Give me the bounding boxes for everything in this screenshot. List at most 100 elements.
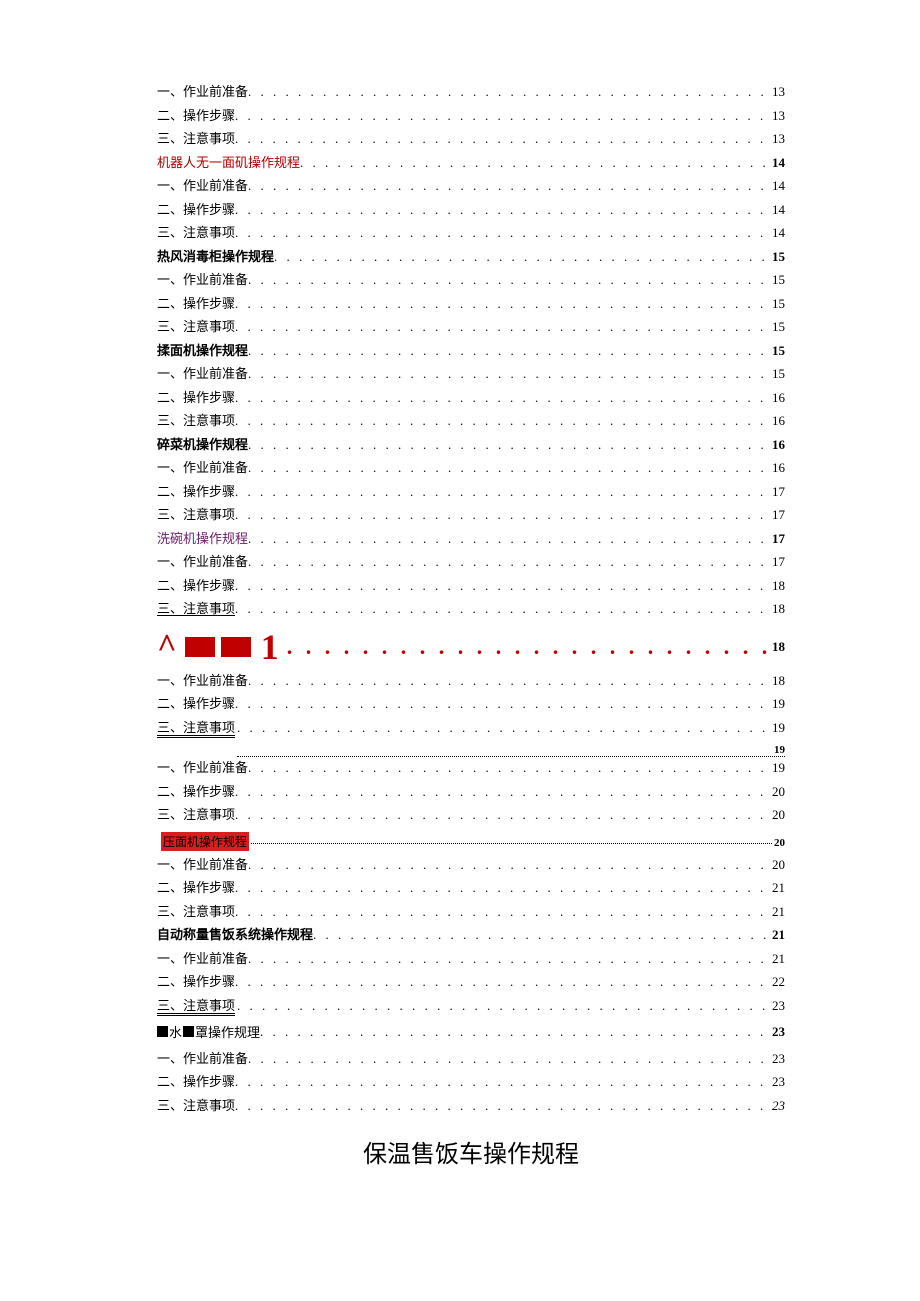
toc-page-number: 16 — [768, 461, 785, 474]
toc-leader-dots: . . . . . . . . . . . . . . . . . . . . … — [235, 697, 768, 710]
toc-page-number: 19 — [768, 761, 785, 774]
toc-row: 三、注意事项. . . . . . . . . . . . . . . . . … — [157, 602, 785, 615]
toc-leader-dots: . . . . . . . . . . . . . . . . . . . . … — [248, 555, 768, 568]
toc-entry-label: 二、操作步骤 — [157, 785, 235, 798]
document-title: 保温售饭车操作规程 — [157, 1134, 785, 1169]
toc-row: 一、作业前准备. . . . . . . . . . . . . . . . .… — [157, 273, 785, 286]
toc-page-number: 23 — [768, 999, 785, 1012]
document-page: 一、作业前准备. . . . . . . . . . . . . . . . .… — [0, 0, 920, 1229]
toc-page-number: 18 — [768, 579, 785, 592]
toc-page-number: 21 — [768, 881, 785, 894]
toc-leader-dots: . . . . . . . . . . . . . . . . . . . . … — [248, 461, 768, 474]
toc-row: 二、操作步骤. . . . . . . . . . . . . . . . . … — [157, 391, 785, 404]
toc-entry-label: 三、注意事项 — [157, 905, 235, 918]
toc-page-number: 23 — [768, 1075, 785, 1088]
black-square-icon — [183, 1026, 194, 1037]
toc-page-number: 16 — [768, 391, 785, 404]
toc-leader-dots: . . . . . . . . . . . . . . . . . . . . … — [235, 1099, 768, 1112]
toc-page-number: 15 — [768, 250, 785, 263]
toc-leader-dots: . . . . . . . . . . . . . . . . . . . . … — [235, 226, 768, 239]
toc-entry-label: 三、注意事项 — [157, 999, 235, 1012]
toc-leader-dots: . . . . . . . . . . . . . . . . . . . . … — [235, 132, 768, 145]
toc-page-number: 23 — [768, 1024, 785, 1040]
toc-leader-dots: . . . . . . . . . . . . . . . . . . . . … — [235, 508, 768, 521]
toc-leader-dots: . . . . . . . . . . . . . . . . . . . . … — [235, 808, 768, 821]
toc-entry-label: 二、操作步骤 — [157, 485, 235, 498]
toc-entry-label: 二、操作步骤 — [157, 1075, 235, 1088]
toc-row: 二、操作步骤. . . . . . . . . . . . . . . . . … — [157, 1075, 785, 1088]
toc-row: 三、注意事项 . . . . . . . . . . . . . . . . .… — [157, 721, 785, 734]
toc-leader-dots: . . . . . . . . . . . . . . . . . . . . … — [287, 634, 768, 660]
toc-page-number: 19 — [774, 744, 785, 756]
toc-leader-dots: . . . . . . . . . . . . . . . . . . . . … — [235, 602, 768, 615]
toc-leader-dots — [251, 843, 772, 844]
toc-leader-dots: . . . . . . . . . . . . . . . . . . . . … — [248, 532, 768, 545]
toc-row: 揉面机操作规程. . . . . . . . . . . . . . . . .… — [157, 344, 785, 357]
toc-big-placeholder-row: ^ 1 . . . . . . . . . . . . . . . . . . … — [157, 626, 785, 668]
toc-leader-dots: . . . . . . . . . . . . . . . . . . . . … — [235, 579, 768, 592]
toc-row: 二、操作步骤. . . . . . . . . . . . . . . . . … — [157, 785, 785, 798]
toc-page-number: 15 — [768, 273, 785, 286]
toc-page-number: 14 — [768, 179, 785, 192]
toc-leader-dots: . . . . . . . . . . . . . . . . . . . . … — [248, 367, 768, 380]
toc-leader-dots: . . . . . . . . . . . . . . . . . . . . … — [235, 297, 768, 310]
toc-leader-dots: . . . . . . . . . . . . . . . . . . . . … — [235, 320, 768, 333]
toc-row: 二、操作步骤. . . . . . . . . . . . . . . . . … — [157, 109, 785, 122]
toc-page-number: 21 — [768, 928, 785, 941]
toc-row: 三、注意事项. . . . . . . . . . . . . . . . . … — [157, 508, 785, 521]
toc-row: 一、作业前准备. . . . . . . . . . . . . . . . .… — [157, 179, 785, 192]
toc-leader-dots: . . . . . . . . . . . . . . . . . . . . … — [248, 952, 768, 965]
toc-row: 二、操作步骤. . . . . . . . . . . . . . . . . … — [157, 203, 785, 216]
toc-row: 碎菜机操作规程. . . . . . . . . . . . . . . . .… — [157, 438, 785, 451]
toc-entry-label: 自动称量售饭系统操作规程 — [157, 928, 313, 941]
toc-row: 三、注意事项. . . . . . . . . . . . . . . . . … — [157, 320, 785, 333]
toc-entry-label: 一、作业前准备 — [157, 85, 248, 98]
toc-row: 机器人无一面矶操作规程. . . . . . . . . . . . . . .… — [157, 156, 785, 169]
toc-row: 一、作业前准备. . . . . . . . . . . . . . . . .… — [157, 952, 785, 965]
toc-leader-dots: . . . . . . . . . . . . . . . . . . . . … — [237, 721, 768, 734]
toc-squares-row: 水 罩操作规理 . . . . . . . . . . . . . . . . … — [157, 1022, 785, 1041]
toc-entry-label: 洗碗机操作规程 — [157, 532, 248, 545]
toc-row: 一、作业前准备. . . . . . . . . . . . . . . . .… — [157, 367, 785, 380]
toc-page-number: 23 — [768, 1052, 785, 1065]
toc-leader-dots: . . . . . . . . . . . . . . . . . . . . … — [274, 250, 768, 263]
toc-entry-label: 一、作业前准备 — [157, 761, 248, 774]
toc-entry-label: 三、注意事项 — [157, 508, 235, 521]
black-square-icon — [157, 1026, 168, 1037]
toc-page-number: 21 — [768, 905, 785, 918]
toc-entry-label: 三、注意事项 — [157, 808, 235, 821]
toc-page-number: 13 — [768, 109, 785, 122]
toc-page-number: 20 — [774, 837, 785, 849]
toc-row: 三、注意事项. . . . . . . . . . . . . . . . . … — [157, 905, 785, 918]
toc-page-number: 20 — [768, 808, 785, 821]
toc-entry-label: 机器人无一面矶操作规程 — [157, 156, 300, 169]
toc-entry-label: 一、作业前准备 — [157, 555, 248, 568]
toc-leader-dots: . . . . . . . . . . . . . . . . . . . . … — [300, 156, 768, 169]
toc-entry-label: 三、注意事项 — [157, 132, 235, 145]
toc-page-number: 13 — [768, 85, 785, 98]
toc-page-number: 15 — [768, 367, 785, 380]
toc-entry-label: 一、作业前准备 — [157, 952, 248, 965]
toc-page-number: 17 — [768, 532, 785, 545]
toc-row: 自动称量售饭系统操作规程. . . . . . . . . . . . . . … — [157, 928, 785, 941]
toc-row: 三、注意事项. . . . . . . . . . . . . . . . . … — [157, 226, 785, 239]
toc-row: 二、操作步骤. . . . . . . . . . . . . . . . . … — [157, 297, 785, 310]
toc-leader-dots: . . . . . . . . . . . . . . . . . . . . … — [237, 999, 768, 1012]
toc-row: 二、操作步骤. . . . . . . . . . . . . . . . . … — [157, 975, 785, 988]
toc-row: 三、注意事项. . . . . . . . . . . . . . . . . … — [157, 808, 785, 821]
toc-page-number: 14 — [768, 226, 785, 239]
toc-page-number: 14 — [768, 156, 785, 169]
toc-row: 三、注意事项. . . . . . . . . . . . . . . . . … — [157, 414, 785, 427]
toc-leader-dots: . . . . . . . . . . . . . . . . . . . . … — [248, 344, 768, 357]
toc-leader-dots: . . . . . . . . . . . . . . . . . . . . … — [235, 975, 768, 988]
big-digit: 1 — [261, 626, 279, 668]
toc-entry-label: 热风消毒柜操作规程 — [157, 250, 274, 263]
toc-entry-label: 三、注意事项 — [157, 226, 235, 239]
red-block-icon — [185, 637, 215, 657]
toc-row: 三、注意事项. . . . . . . . . . . . . . . . . … — [157, 132, 785, 145]
toc-section: 一、作业前准备. . . . . . . . . . . . . . . . .… — [157, 674, 785, 734]
toc-entry-label: 二、操作步骤 — [157, 881, 235, 894]
toc-page-number: 15 — [768, 297, 785, 310]
toc-leader-dots: . . . . . . . . . . . . . . . . . . . . … — [248, 273, 768, 286]
toc-entry-label: 三、注意事项 — [157, 414, 235, 427]
